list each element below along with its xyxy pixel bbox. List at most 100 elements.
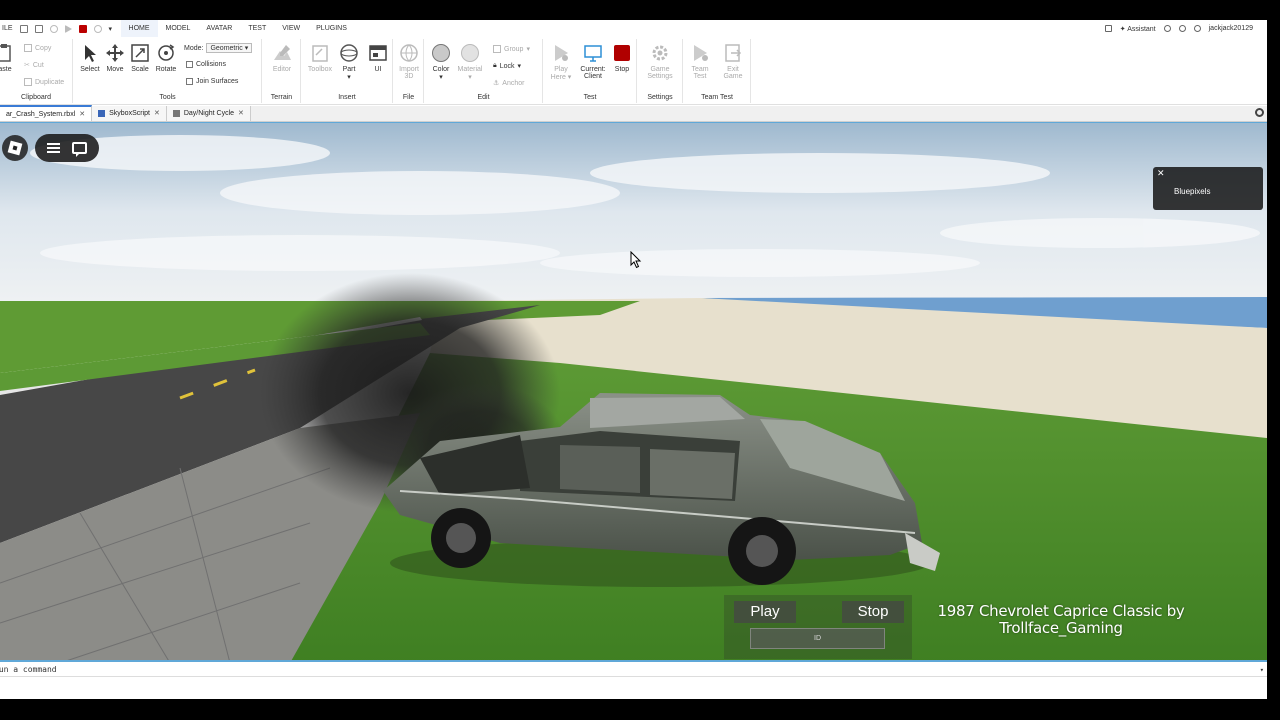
copy-button[interactable]: Copy xyxy=(24,44,51,52)
lock-button[interactable]: 🔒︎ Lock ▾ xyxy=(493,62,521,70)
insert-group: Toolbox Part ▾ UI Insert xyxy=(302,39,393,103)
file-group-label: File xyxy=(402,94,415,101)
player-list-card: ✕ Bluepixels xyxy=(1153,167,1263,210)
id-input[interactable]: ID xyxy=(750,628,885,649)
share-icon[interactable] xyxy=(1193,25,1201,32)
play-game-button[interactable]: Play xyxy=(734,601,796,623)
material-label: Material xyxy=(457,66,483,73)
group-button[interactable]: Group ▾ xyxy=(493,45,530,53)
player-name[interactable]: Bluepixels xyxy=(1174,187,1210,196)
close-tab-icon[interactable]: ✕ xyxy=(154,106,160,121)
team-test-label-line2: Test xyxy=(693,73,707,80)
tab-model[interactable]: MODEL xyxy=(158,20,199,37)
mode-selector[interactable]: Mode: Geometric ▾ xyxy=(184,43,253,53)
group-icon xyxy=(493,45,501,53)
import-3d-button[interactable]: Import 3D xyxy=(394,43,424,80)
username[interactable]: jackjack20129 xyxy=(1209,25,1253,32)
anchor-button[interactable]: ⚓︎ Anchor xyxy=(493,79,524,88)
select-cursor-icon xyxy=(85,45,96,62)
rotate-tool-button[interactable]: Rotate xyxy=(151,43,181,73)
game-viewport[interactable]: ✕ Bluepixels Play Stop ID 1987 Chevrolet… xyxy=(0,122,1267,662)
tab-test[interactable]: TEST xyxy=(240,20,274,37)
customize-icon[interactable]: ▾ xyxy=(109,25,113,33)
test-group: Play Here ▾ Current: Client Stop Test xyxy=(544,39,637,103)
tab-avatar[interactable]: AVATAR xyxy=(198,20,240,37)
tab-day-night-cycle[interactable]: Day/Night Cycle ✕ xyxy=(166,106,251,121)
toolbox-button[interactable]: Toolbox xyxy=(305,43,335,73)
part-button[interactable]: Part ▾ xyxy=(334,43,364,81)
exit-game-label-line2: Game xyxy=(723,73,743,80)
viewport-settings-gear-icon[interactable] xyxy=(1255,108,1264,117)
mode-dropdown[interactable]: Geometric ▾ xyxy=(206,43,253,53)
paste-label: aste xyxy=(0,66,12,73)
ui-button[interactable]: UI xyxy=(363,43,393,73)
join-surfaces-checkbox[interactable] xyxy=(186,78,193,85)
collisions-toggle[interactable]: Collisions xyxy=(186,61,226,68)
exit-game-button[interactable]: Exit Game xyxy=(718,43,748,80)
player-card-close-icon[interactable]: ✕ xyxy=(1157,168,1165,179)
edit-group: Color ▾ Material ▾ Group ▾ 🔒︎ Lock ▾ ⚓︎ Anch… xyxy=(425,39,543,103)
tab-place-file-label: ar_Crash_System.rbxl xyxy=(6,110,76,118)
redo-icon[interactable] xyxy=(93,24,102,33)
ui-label: UI xyxy=(374,66,382,73)
collisions-checkbox[interactable] xyxy=(186,61,193,68)
part-label: Part xyxy=(342,66,356,73)
hamburger-menu-icon[interactable] xyxy=(47,143,60,153)
save-icon[interactable] xyxy=(34,24,43,33)
color-swatch-icon xyxy=(432,44,450,62)
play-here-icon xyxy=(555,45,568,61)
hud-menu-pill xyxy=(35,134,99,162)
cut-button[interactable]: ✂ Cut xyxy=(24,61,44,70)
help-icon[interactable] xyxy=(1178,25,1186,32)
gear-icon xyxy=(652,45,668,61)
tab-plugins[interactable]: PLUGINS xyxy=(308,20,355,37)
insert-group-label: Insert xyxy=(338,94,356,101)
duplicate-button[interactable]: Duplicate xyxy=(24,78,64,86)
current-client-button[interactable]: Current: Client xyxy=(577,43,609,80)
play-icon[interactable] xyxy=(64,24,72,33)
tab-view[interactable]: VIEW xyxy=(274,20,308,37)
close-tab-icon[interactable]: ✕ xyxy=(238,106,244,121)
paste-button[interactable]: aste xyxy=(0,43,20,73)
command-input[interactable]: Run a command xyxy=(0,665,57,674)
vehicle-control-panel: Play Stop ID xyxy=(724,595,912,659)
stop-game-button[interactable]: Stop xyxy=(842,601,904,623)
undo-icon[interactable] xyxy=(49,24,58,33)
color-dropdown-icon[interactable]: ▾ xyxy=(439,74,443,81)
color-button[interactable]: Color ▾ xyxy=(426,43,456,81)
part-sphere-icon xyxy=(340,44,358,62)
notifications-icon[interactable] xyxy=(1163,25,1171,32)
scale-label: Scale xyxy=(131,66,149,73)
team-test-button[interactable]: Team Test xyxy=(685,43,715,80)
file-menu[interactable]: ILE xyxy=(2,25,13,32)
tab-skybox-script[interactable]: SkyboxScript ✕ xyxy=(92,106,167,121)
new-file-icon[interactable] xyxy=(19,24,28,33)
stop-icon[interactable] xyxy=(78,24,87,33)
command-history-dropdown-icon[interactable]: ▾ xyxy=(1260,663,1264,677)
join-surfaces-toggle[interactable]: Join Surfaces xyxy=(186,78,238,85)
part-dropdown-icon[interactable]: ▾ xyxy=(347,74,351,81)
roblox-menu-logo-icon[interactable] xyxy=(2,135,28,161)
mouse-cursor-icon xyxy=(630,251,642,269)
chat-icon[interactable] xyxy=(72,142,87,157)
move-label: Move xyxy=(106,66,124,73)
material-dropdown-icon[interactable]: ▾ xyxy=(468,74,472,81)
tab-skybox-script-label: SkyboxScript xyxy=(109,110,150,117)
home-icon[interactable] xyxy=(1104,25,1112,32)
ui-window-icon xyxy=(369,45,387,61)
close-tab-icon[interactable]: ✕ xyxy=(79,107,85,122)
terrain-editor-label: Editor xyxy=(272,66,292,73)
tab-place-file[interactable]: ar_Crash_System.rbxl ✕ xyxy=(0,105,93,122)
play-here-button[interactable]: Play Here ▾ xyxy=(546,43,576,81)
material-button[interactable]: Material ▾ xyxy=(455,43,485,81)
stop-button[interactable]: Stop xyxy=(607,43,637,73)
stop-square-icon xyxy=(614,45,630,61)
copy-label: Copy xyxy=(35,44,52,52)
import-3d-label-line2: 3D xyxy=(404,73,414,80)
command-bar[interactable]: Run a command ▾ xyxy=(0,663,1267,677)
cut-label: Cut xyxy=(32,61,44,69)
terrain-editor-button[interactable]: Editor xyxy=(267,43,297,73)
assistant-button[interactable]: ✦ Assistant xyxy=(1120,25,1156,33)
game-settings-button[interactable]: Game Settings xyxy=(645,43,675,80)
tab-home[interactable]: HOME xyxy=(120,20,158,37)
